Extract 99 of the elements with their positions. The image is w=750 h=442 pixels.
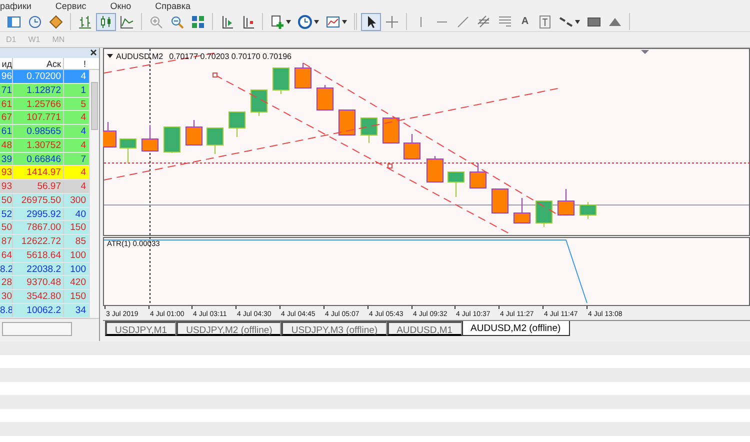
close-icon[interactable] — [90, 49, 97, 56]
period-tool-button[interactable] — [295, 12, 322, 30]
quote-row[interactable]: 50 26975.50 300 — [0, 194, 89, 208]
bearish-candle — [514, 198, 530, 224]
bullish-candle — [250, 90, 268, 116]
bearish-candle — [294, 62, 312, 88]
bid-price: 67 — [0, 111, 12, 124]
chart-tab[interactable]: USDJPY,M1 — [105, 321, 176, 336]
column-header[interactable]: Аск — [12, 58, 63, 69]
ask-price: 1414.97 — [12, 166, 63, 179]
menu-item[interactable]: Справка — [155, 0, 190, 12]
bearish-candle — [470, 162, 486, 188]
bearish-candle — [338, 110, 356, 136]
column-header[interactable]: ! — [63, 58, 89, 69]
bearish-candle — [103, 122, 116, 148]
bid-price: 52 — [0, 208, 12, 220]
bearish-candle — [558, 188, 574, 216]
bearish-candle — [426, 156, 444, 182]
bid-price: 28 — [0, 276, 12, 289]
quote-row[interactable]: 87 12622.72 85 — [0, 235, 89, 249]
quote-row[interactable]: 30 3542.80 150 — [0, 290, 89, 304]
bid-price: 30 — [0, 290, 12, 303]
bullish-candle — [448, 172, 464, 198]
quote-row[interactable]: 67 107.771 4 — [0, 111, 89, 125]
anchor-point — [212, 72, 218, 78]
bid-price: 87 — [0, 235, 12, 248]
ask-price: 1.25766 — [12, 98, 63, 110]
ask-price: 5618.64 — [12, 248, 63, 262]
quote-row[interactable]: 52 2995.92 40 — [0, 208, 89, 222]
bid-price: 64 — [0, 248, 12, 262]
ask-price: 7867.00 — [12, 221, 63, 234]
bid-price: 48 — [0, 138, 12, 152]
bid-price: 71 — [0, 84, 12, 96]
menu-item[interactable]: Сервис — [55, 0, 86, 12]
quote-row[interactable]: 48 1.30752 4 — [0, 138, 89, 152]
bearish-candle — [404, 134, 420, 160]
bid-price: 50 — [0, 221, 12, 234]
shift-marker-icon — [641, 50, 649, 54]
quote-row[interactable]: 93 1414.97 4 — [0, 166, 89, 180]
bearish-candle — [492, 188, 508, 214]
bearish-candle — [316, 84, 334, 110]
chart-symbol: AUDUSD,M2 — [116, 52, 164, 61]
quote-row[interactable]: 61 0.98565 4 — [0, 125, 89, 139]
bid-price: 93 — [0, 180, 12, 193]
ask-price: 0.98565 — [12, 125, 63, 138]
bullish-candle — [228, 112, 246, 138]
add-document-icon — [269, 14, 285, 30]
bearish-candle — [142, 124, 158, 152]
quote-row[interactable]: 28 9370.48 420 — [0, 276, 89, 290]
scrollbar-thumb[interactable] — [91, 82, 98, 130]
quote-row[interactable]: 64 5618.64 100 — [0, 248, 89, 262]
bullish-candle — [206, 128, 224, 154]
bullish-candle — [272, 68, 290, 94]
bid-price: 61 — [0, 98, 12, 110]
menu-item[interactable]: Окно — [110, 0, 132, 12]
anchor-point — [388, 164, 392, 168]
dropdown-icon[interactable] — [107, 54, 113, 58]
chart-tab[interactable]: USDJPY,M3 (offline) — [281, 321, 387, 336]
ask-price: 10062.2 — [12, 304, 63, 316]
ask-price: 3542.80 — [12, 290, 63, 303]
ask-price: 1.12872 — [12, 84, 63, 96]
template-icon — [325, 14, 341, 30]
ask-price: 22038.2 — [12, 262, 63, 276]
ask-price: 107.771 — [12, 111, 63, 124]
chart-tab[interactable]: AUDUSD,M2 (offline) — [462, 321, 570, 336]
bullish-candle — [580, 202, 596, 220]
ask-price: 1.30752 — [12, 138, 63, 152]
quote-row[interactable]: 61 1.25766 5 — [0, 98, 89, 112]
quote-row[interactable]: 50 7867.00 150 — [0, 221, 89, 235]
quote-row[interactable]: 71 1.12872 1 — [0, 84, 89, 98]
clock-icon — [297, 14, 313, 30]
chart-tab[interactable]: AUDUSD,M1 — [386, 321, 462, 336]
chart-tab[interactable]: USDJPY,M2 (offline) — [176, 321, 282, 336]
ohlc-values: 0.70177 0.70203 0.70170 0.70196 — [169, 52, 292, 61]
scrollbar[interactable] — [89, 70, 99, 318]
text-tool-button[interactable]: A — [516, 12, 534, 30]
quote-row[interactable]: 39 0.66846 7 — [0, 152, 89, 166]
bullish-candle — [120, 138, 136, 164]
ask-price: 0.70200 — [12, 70, 63, 83]
bullish-candle — [164, 126, 180, 154]
quote-row[interactable]: 93 56.97 4 — [0, 180, 89, 194]
ask-price: 26975.50 — [12, 194, 63, 206]
bid-price: 96 — [0, 70, 12, 83]
bullish-candle — [360, 118, 378, 144]
ask-price: 9370.48 — [12, 276, 63, 289]
quote-row[interactable]: 96 0.70200 4 — [0, 70, 89, 84]
menu-item[interactable]: рафики — [0, 0, 32, 12]
bid-price: 93 — [0, 166, 12, 179]
column-header[interactable]: ид — [0, 58, 12, 69]
bid-price: 39 — [0, 152, 12, 166]
ask-price: 2995.92 — [12, 208, 63, 220]
bearish-candle — [186, 120, 202, 146]
ask-price: 56.97 — [12, 180, 63, 193]
bid-price: 61 — [0, 125, 12, 138]
ask-price: 0.66846 — [12, 152, 63, 166]
ask-price: 12622.72 — [12, 235, 63, 248]
bid-price: 50 — [0, 194, 12, 206]
bullish-candle — [536, 200, 552, 228]
bearish-candle — [382, 118, 400, 144]
